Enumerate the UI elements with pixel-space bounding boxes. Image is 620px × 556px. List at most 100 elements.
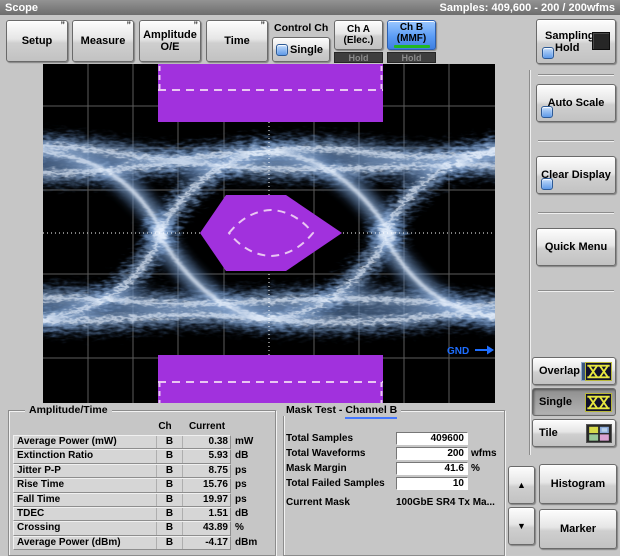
menu-corner-icon: ” xyxy=(194,19,199,31)
scroll-down-button[interactable]: ▼ xyxy=(508,507,535,545)
measurement-unit: ps xyxy=(231,493,247,507)
channel-b-button[interactable]: Ch B (MMF) xyxy=(387,20,436,50)
mask-test-panel: Mask Test - Channel B Total Samples 4096… xyxy=(283,410,505,556)
measurement-label: Extinction Ratio xyxy=(14,450,156,462)
mask-test-channel-link[interactable]: Channel B xyxy=(345,404,397,419)
mask-row: Total Failed Samples 10 xyxy=(286,476,502,491)
control-ch-single-button[interactable]: Single xyxy=(272,37,330,62)
histogram-label: Histogram xyxy=(551,478,605,490)
measurement-value: -4.17 xyxy=(182,537,230,549)
amplitude-oe-button[interactable]: ” Amplitude O/E xyxy=(139,20,201,62)
measurement-unit: mW xyxy=(231,435,253,449)
time-button[interactable]: ” Time xyxy=(206,20,268,62)
up-arrow-icon: ▲ xyxy=(517,479,526,491)
sampling-hold-button[interactable]: Sampling Hold xyxy=(536,19,616,64)
overlap-view-button[interactable]: Overlap xyxy=(532,357,616,385)
measurement-unit: dB xyxy=(231,507,248,521)
measurement-value: 43.89 xyxy=(182,522,230,534)
checkbox-icon[interactable] xyxy=(541,106,553,118)
bottom-mask xyxy=(158,355,383,403)
table-row: Jitter P-PB8.75 ps xyxy=(13,464,273,478)
single-label: Single xyxy=(290,44,323,56)
table-row: Average Power (mW)B0.38 mW xyxy=(13,435,273,449)
auto-scale-button[interactable]: Auto Scale xyxy=(536,84,616,122)
single-view-label: Single xyxy=(539,396,572,408)
divider xyxy=(538,290,614,292)
hold-a-label: Hold xyxy=(349,53,369,63)
mask-row: Total Waveforms 200 wfms xyxy=(286,446,502,461)
amplitude-label: Amplitude xyxy=(143,29,197,41)
amplitude-time-title: Amplitude/Time xyxy=(25,404,112,416)
gnd-label: GND xyxy=(447,346,469,357)
mask-stat-value: 409600 xyxy=(396,432,468,445)
overlap-label: Overlap xyxy=(539,365,580,377)
mask-stat-label: Total Samples xyxy=(286,433,396,444)
ch-a-label: Ch A xyxy=(347,24,370,35)
app-title: Scope xyxy=(5,2,38,14)
marker-button[interactable]: Marker xyxy=(539,509,617,549)
measurement-value: 15.76 xyxy=(182,479,230,491)
divider xyxy=(538,74,614,76)
tile-view-button[interactable]: Tile xyxy=(532,419,616,447)
measurement-channel: B xyxy=(156,522,182,534)
channel-a-hold-button[interactable]: Hold xyxy=(334,52,383,63)
measurement-channel: B xyxy=(156,508,182,520)
marker-label: Marker xyxy=(560,523,596,535)
sidebar-divider xyxy=(529,70,531,455)
tile-grid-icon xyxy=(586,424,612,443)
mask-stat-value: 200 xyxy=(396,447,468,460)
quick-menu-label: Quick Menu xyxy=(545,241,607,253)
histogram-button[interactable]: Histogram xyxy=(539,464,617,504)
mask-stat-label: Total Failed Samples xyxy=(286,478,396,489)
mask-test-table: Total Samples 409600 Total Waveforms 200… xyxy=(286,431,502,510)
checkbox-icon[interactable] xyxy=(276,44,288,56)
measurement-label: Average Power (mW) xyxy=(14,436,156,448)
checkbox-icon[interactable] xyxy=(542,47,554,59)
measurement-channel: B xyxy=(156,450,182,462)
measurement-unit: ps xyxy=(231,478,247,492)
eye-diagram-icon xyxy=(585,393,612,412)
measure-button[interactable]: ” Measure xyxy=(72,20,134,62)
menu-corner-icon: ” xyxy=(127,19,132,31)
scroll-up-button[interactable]: ▲ xyxy=(508,466,535,504)
active-channel-indicator xyxy=(394,45,430,48)
overlap-eye-icon xyxy=(581,362,612,381)
amplitude-label2: O/E xyxy=(161,41,180,53)
measurement-value: 5.93 xyxy=(182,450,230,462)
measurement-channel: B xyxy=(156,436,182,448)
clear-display-button[interactable]: Clear Display xyxy=(536,156,616,194)
eye-diagram-plot: GND xyxy=(43,64,495,403)
measurement-label: Jitter P-P xyxy=(14,465,156,477)
single-view-button[interactable]: Single xyxy=(532,388,616,416)
measurement-channel: B xyxy=(156,494,182,506)
mask-stat-label: Mask Margin xyxy=(286,463,396,474)
column-header-current: Current xyxy=(179,421,235,432)
channel-b-hold-button[interactable]: Hold xyxy=(387,52,436,63)
table-row: Rise TimeB15.76 ps xyxy=(13,478,273,492)
samples-status: Samples: 409,600 - 200 / 200wfms xyxy=(440,2,616,14)
ch-b-label: Ch B xyxy=(400,22,423,33)
column-header-ch: Ch xyxy=(151,421,179,432)
measurement-unit: % xyxy=(231,521,244,535)
mask-stat-unit: % xyxy=(468,463,502,474)
mask-test-title: Mask Test - Channel B xyxy=(282,404,401,416)
setup-label: Setup xyxy=(22,35,53,47)
measurement-channel: B xyxy=(156,479,182,491)
eye-diagram-icon xyxy=(585,362,612,381)
checkbox-icon[interactable] xyxy=(541,178,553,190)
current-mask-value: 100GbE SR4 Tx Ma... xyxy=(396,497,502,508)
channel-a-button[interactable]: Ch A (Elec.) xyxy=(334,20,383,50)
measurement-label: Average Power (dBm) xyxy=(14,537,156,549)
time-label: Time xyxy=(224,35,249,47)
sampling-label: Sampling xyxy=(545,30,595,42)
down-arrow-icon: ▼ xyxy=(517,520,526,532)
mask-row: Current Mask 100GbE SR4 Tx Ma... xyxy=(286,495,502,510)
measurement-channel: B xyxy=(156,537,182,549)
table-row: Extinction RatioB5.93 dB xyxy=(13,449,273,463)
mask-stat-value: 10 xyxy=(396,477,468,490)
hold-indicator-icon xyxy=(592,32,610,50)
quick-menu-button[interactable]: Quick Menu xyxy=(536,228,616,266)
menu-corner-icon: ” xyxy=(261,19,266,31)
measurement-table: Average Power (mW)B0.38 mW Extinction Ra… xyxy=(13,435,273,550)
setup-button[interactable]: ” Setup xyxy=(6,20,68,62)
